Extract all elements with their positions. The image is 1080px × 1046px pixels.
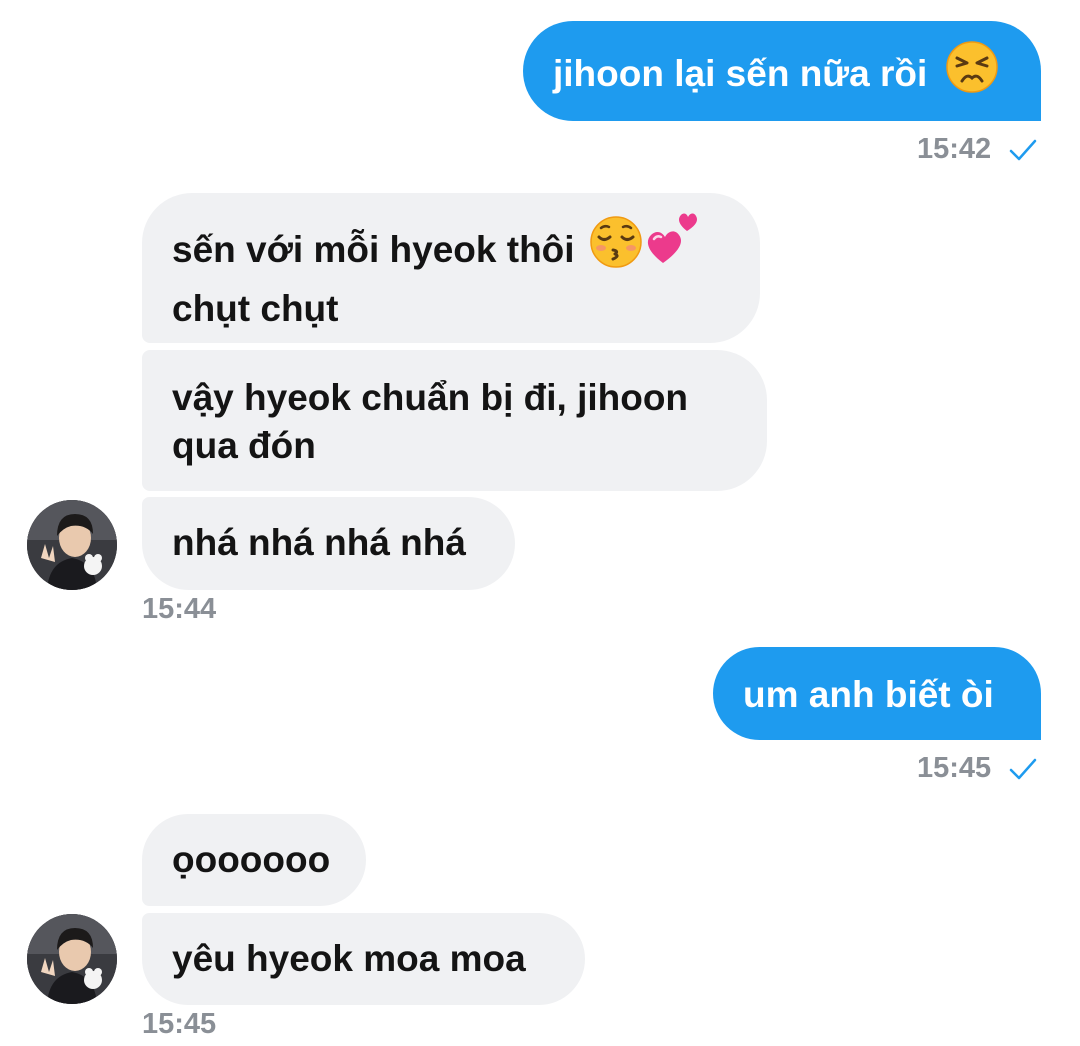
incoming-message[interactable]: vậy hyeok chuẩn bị đi, jihoon qua đón [142,350,767,491]
message-text: um anh biết òi [743,674,994,715]
message-text-line: vậy hyeok chuẩn bị đi, jihoon [172,377,689,418]
message-text: nhá nhá nhá nhá [172,522,466,563]
incoming-message[interactable]: nhá nhá nhá nhá [142,497,515,590]
read-check-icon [1009,757,1037,786]
kissing-face-closed-eyes-icon [589,215,643,281]
outgoing-message[interactable]: um anh biết òi [713,647,1041,740]
incoming-message[interactable]: ọoooooo [142,814,366,906]
outgoing-message[interactable]: jihoon lại sến nữa rồi [523,21,1041,121]
message-text: ọoooooo [172,839,331,880]
message-text-line: qua đón [172,425,316,466]
incoming-message[interactable]: sến với mỗi hyeok thôi chụt chụt [142,193,760,343]
message-timestamp: 15:45 [917,752,992,784]
message-text-line: chụt chụt [172,288,339,329]
two-hearts-icon [643,209,701,279]
message-text-line: sến với mỗi hyeok thôi [172,228,575,270]
incoming-message[interactable]: yêu hyeok moa moa [142,913,585,1005]
avatar[interactable] [27,914,117,1004]
message-timestamp: 15:42 [917,133,992,165]
message-text: jihoon lại sến nữa rồi [553,52,928,94]
message-timestamp: 15:44 [142,593,217,625]
read-check-icon [1009,138,1037,167]
message-timestamp: 15:45 [142,1008,217,1040]
avatar[interactable] [27,500,117,590]
persevering-face-icon [945,41,998,105]
message-text: yêu hyeok moa moa [172,938,526,979]
